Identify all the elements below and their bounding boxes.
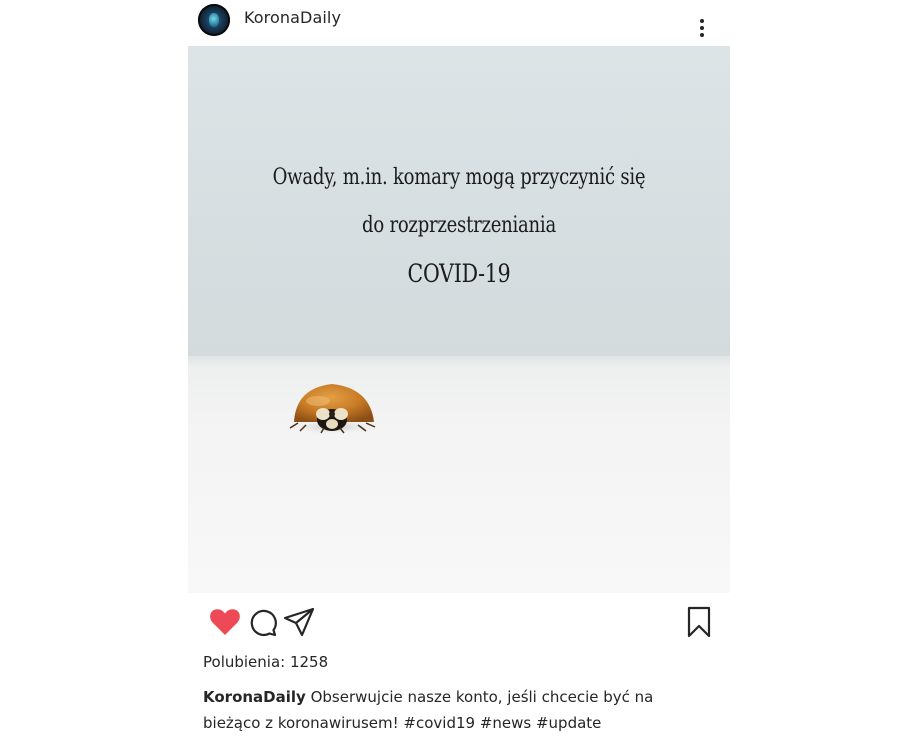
heart-icon[interactable] [208, 605, 242, 639]
avatar[interactable] [198, 4, 230, 36]
caption-author[interactable]: KoronaDaily [203, 688, 306, 706]
image-text-line: COVID-19 [407, 259, 511, 288]
image-text-line: Owady, m.in. komary mogą przyczynić się [272, 165, 646, 190]
more-options-icon[interactable] [688, 14, 716, 42]
post-image: Owady, m.in. komary mogą przyczynić się … [188, 46, 730, 593]
image-caption-text: Owady, m.in. komary mogą przyczynić się … [237, 154, 681, 298]
image-background-floor [188, 356, 730, 593]
image-text-line: do rozprzestrzeniania [362, 213, 556, 238]
post-caption: KoronaDaily Obserwujcie nasze konto, jeś… [203, 684, 683, 736]
share-icon[interactable] [282, 605, 316, 639]
post-actions [188, 605, 730, 645]
instagram-post: KoronaDaily Owady, m.in. komary mogą prz… [188, 0, 730, 732]
post-header: KoronaDaily [188, 0, 730, 46]
comment-icon[interactable] [246, 605, 280, 639]
bookmark-icon[interactable] [682, 605, 716, 639]
ladybug-image [289, 384, 377, 434]
username[interactable]: KoronaDaily [244, 8, 341, 27]
likes-count[interactable]: Polubienia: 1258 [203, 653, 328, 671]
